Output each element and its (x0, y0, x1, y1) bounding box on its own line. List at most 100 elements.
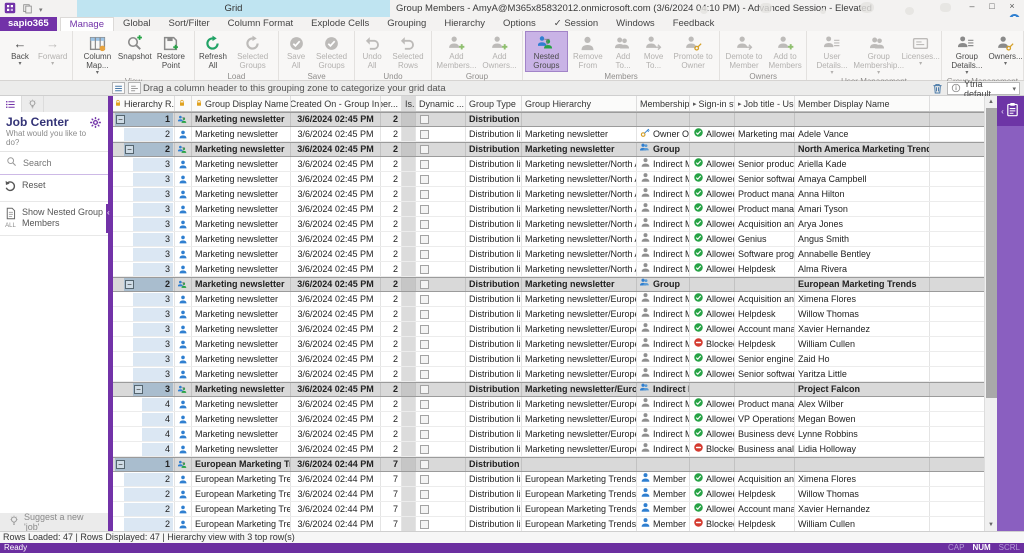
refresh-all-button[interactable]: Refresh All (197, 31, 230, 72)
dynamic-checkbox[interactable] (420, 460, 429, 469)
tab-options[interactable]: Options (494, 17, 545, 31)
column-header-is[interactable]: Is... (402, 96, 416, 111)
dynamic-checkbox[interactable] (420, 474, 429, 484)
member-row[interactable]: 2 Marketing newsletter 3/6/2024 02:45 PM 2 D… (113, 127, 984, 142)
column-header-item[interactable] (175, 96, 192, 111)
member-row[interactable]: 3 Marketing newsletter 3/6/2024 02:45 PM 2 D… (113, 217, 984, 232)
column-header-hierarchy-r[interactable]: Hierarchy R... (113, 96, 175, 111)
member-row[interactable]: 2European Marketing Trends3/6/2024 02:44… (113, 502, 984, 517)
dynamic-checkbox[interactable] (420, 115, 429, 124)
nested-groups-button[interactable]: Nested Groups (525, 31, 568, 72)
dynamic-checkbox[interactable] (420, 294, 429, 304)
dynamic-checkbox[interactable] (420, 145, 429, 154)
member-row[interactable]: 4 Marketing newsletter 3/6/2024 02:45 PM 2 D… (113, 397, 984, 412)
dynamic-checkbox[interactable] (420, 219, 429, 229)
column-header-dynamic[interactable]: Dynamic ... (416, 96, 466, 111)
grid-view-toggle-icon[interactable] (112, 82, 125, 94)
qat-dropdown-icon[interactable]: ▾ (39, 6, 43, 14)
dynamic-checkbox[interactable] (420, 369, 429, 379)
view-selector-dropdown[interactable]: Ytria default ▾ (947, 79, 1020, 99)
tab-sapio365[interactable]: sapio365 (0, 17, 57, 31)
list-view-toggle-icon[interactable] (128, 82, 141, 94)
member-row[interactable]: 3 Marketing newsletter 3/6/2024 02:45 PM 2 D… (113, 292, 984, 307)
dynamic-checkbox[interactable] (420, 429, 429, 439)
tab-manage[interactable]: Manage (59, 17, 115, 31)
dynamic-checkbox[interactable] (420, 519, 429, 529)
dynamic-checkbox[interactable] (420, 414, 429, 424)
dynamic-checkbox[interactable] (420, 489, 429, 499)
chevron-left-icon[interactable]: ‹ (107, 208, 110, 217)
maximize-button[interactable]: □ (982, 0, 1002, 13)
group-row[interactable]: −2 Marketing newsletter 3/6/2024 02:45 PM 2… (113, 142, 984, 157)
tab-windows[interactable]: Windows (607, 17, 664, 31)
dynamic-checkbox[interactable] (420, 249, 429, 259)
member-row[interactable]: 3 Marketing newsletter 3/6/2024 02:45 PM 2 D… (113, 247, 984, 262)
collapse-icon[interactable]: − (134, 385, 143, 394)
member-row[interactable]: 2European Marketing Trends3/6/2024 02:44… (113, 487, 984, 502)
collapse-icon[interactable]: − (116, 460, 125, 469)
tab-hierarchy[interactable]: Hierarchy (435, 17, 494, 31)
dynamic-checkbox[interactable] (420, 189, 429, 199)
scroll-up-icon[interactable]: ▲ (985, 96, 997, 108)
member-row[interactable]: 4 Marketing newsletter 3/6/2024 02:45 PM 2 D… (113, 412, 984, 427)
scrollbar-thumb[interactable] (986, 108, 997, 398)
grouping-zone[interactable]: Drag a column header to this grouping zo… (0, 79, 1024, 99)
window-tab-grid[interactable]: Grid (77, 0, 390, 17)
job-item-reset[interactable]: Reset (0, 175, 108, 202)
sidebar-tab-jobs[interactable] (0, 96, 22, 112)
collapse-icon[interactable]: − (125, 280, 134, 289)
collapse-icon[interactable]: − (116, 115, 125, 124)
member-row[interactable]: 3 Marketing newsletter 3/6/2024 02:45 PM 2 D… (113, 367, 984, 382)
job-item-show-nested-group-members[interactable]: ALL Show Nested Group Members (0, 202, 108, 236)
vertical-scrollbar[interactable]: ▲ ▼ (984, 96, 997, 531)
restore-point-button[interactable]: Restore Point (150, 31, 191, 72)
app-logo-icon[interactable] (4, 2, 16, 17)
group-row[interactable]: −3 Marketing newsletter 3/6/2024 02:45 PM 2… (113, 382, 984, 397)
member-row[interactable]: 2European Marketing Trends3/6/2024 02:44… (113, 472, 984, 487)
column-header-group-type[interactable]: Group Type (466, 96, 522, 111)
dynamic-checkbox[interactable] (420, 354, 429, 364)
group-row[interactable]: −1European Marketing Trends3/6/2024 02:4… (113, 457, 984, 472)
member-row[interactable]: 2European Marketing Trends3/6/2024 02:44… (113, 517, 984, 531)
column-header-group-hierarchy[interactable]: Group Hierarchy (522, 96, 637, 111)
group-details-button[interactable]: Group Details... ▾ (944, 31, 990, 77)
tab-explode-cells[interactable]: Explode Cells (302, 17, 378, 31)
dynamic-checkbox[interactable] (420, 385, 429, 394)
member-row[interactable]: 4 Marketing newsletter 3/6/2024 02:45 PM 2 D… (113, 427, 984, 442)
member-row[interactable]: 3 Marketing newsletter 3/6/2024 02:45 PM 2 D… (113, 187, 984, 202)
column-map-button[interactable]: Column Map... ▾ (75, 31, 119, 77)
member-row[interactable]: 4 Marketing newsletter 3/6/2024 02:45 PM 2 D… (113, 442, 984, 457)
snapshot-button[interactable]: Snapshot (118, 31, 152, 63)
search-input[interactable] (21, 157, 91, 169)
collapse-icon[interactable]: − (125, 145, 134, 154)
group-row[interactable]: −1 Marketing newsletter 3/6/2024 02:45 PM 2… (113, 112, 984, 127)
tab-session[interactable]: ✓ Session (545, 17, 607, 31)
tab-column-format[interactable]: Column Format (219, 17, 302, 31)
column-header-job-title-user[interactable]: ▸Job title - User ... (735, 96, 795, 111)
owners-button[interactable]: Owners... ▾ (988, 31, 1023, 68)
member-row[interactable]: 3 Marketing newsletter 3/6/2024 02:45 PM 2 D… (113, 157, 984, 172)
member-row[interactable]: 3 Marketing newsletter 3/6/2024 02:45 PM 2 D… (113, 262, 984, 277)
member-row[interactable]: 3 Marketing newsletter 3/6/2024 02:45 PM 2 D… (113, 232, 984, 247)
member-row[interactable]: 3 Marketing newsletter 3/6/2024 02:45 PM 2 D… (113, 202, 984, 217)
member-row[interactable]: 3 Marketing newsletter 3/6/2024 02:45 PM 2 D… (113, 322, 984, 337)
minimize-button[interactable]: – (962, 0, 982, 13)
close-button[interactable]: × (1002, 0, 1022, 13)
column-header-sign-in-st[interactable]: ▸Sign-in st... (690, 96, 735, 111)
member-row[interactable]: 3 Marketing newsletter 3/6/2024 02:45 PM 2 D… (113, 307, 984, 322)
tab-global[interactable]: Global (114, 17, 159, 31)
dynamic-checkbox[interactable] (420, 204, 429, 214)
column-header-membership[interactable]: Membership ... (637, 96, 690, 111)
dynamic-checkbox[interactable] (420, 280, 429, 289)
dynamic-checkbox[interactable] (420, 234, 429, 244)
column-header-member[interactable]: ▸Member... (381, 96, 402, 111)
back-button[interactable]: ← Back ▾ (5, 31, 35, 68)
tab-sort-filter[interactable]: Sort/Filter (159, 17, 218, 31)
tab-grouping[interactable]: Grouping (378, 17, 435, 31)
dynamic-checkbox[interactable] (420, 309, 429, 319)
dynamic-checkbox[interactable] (420, 399, 429, 409)
tab-feedback[interactable]: Feedback (664, 17, 724, 31)
column-header-group-display-name[interactable]: Group Display Name (192, 96, 291, 111)
flag-panel-header[interactable]: ‹ (997, 96, 1024, 126)
copy-icon[interactable] (22, 3, 33, 17)
